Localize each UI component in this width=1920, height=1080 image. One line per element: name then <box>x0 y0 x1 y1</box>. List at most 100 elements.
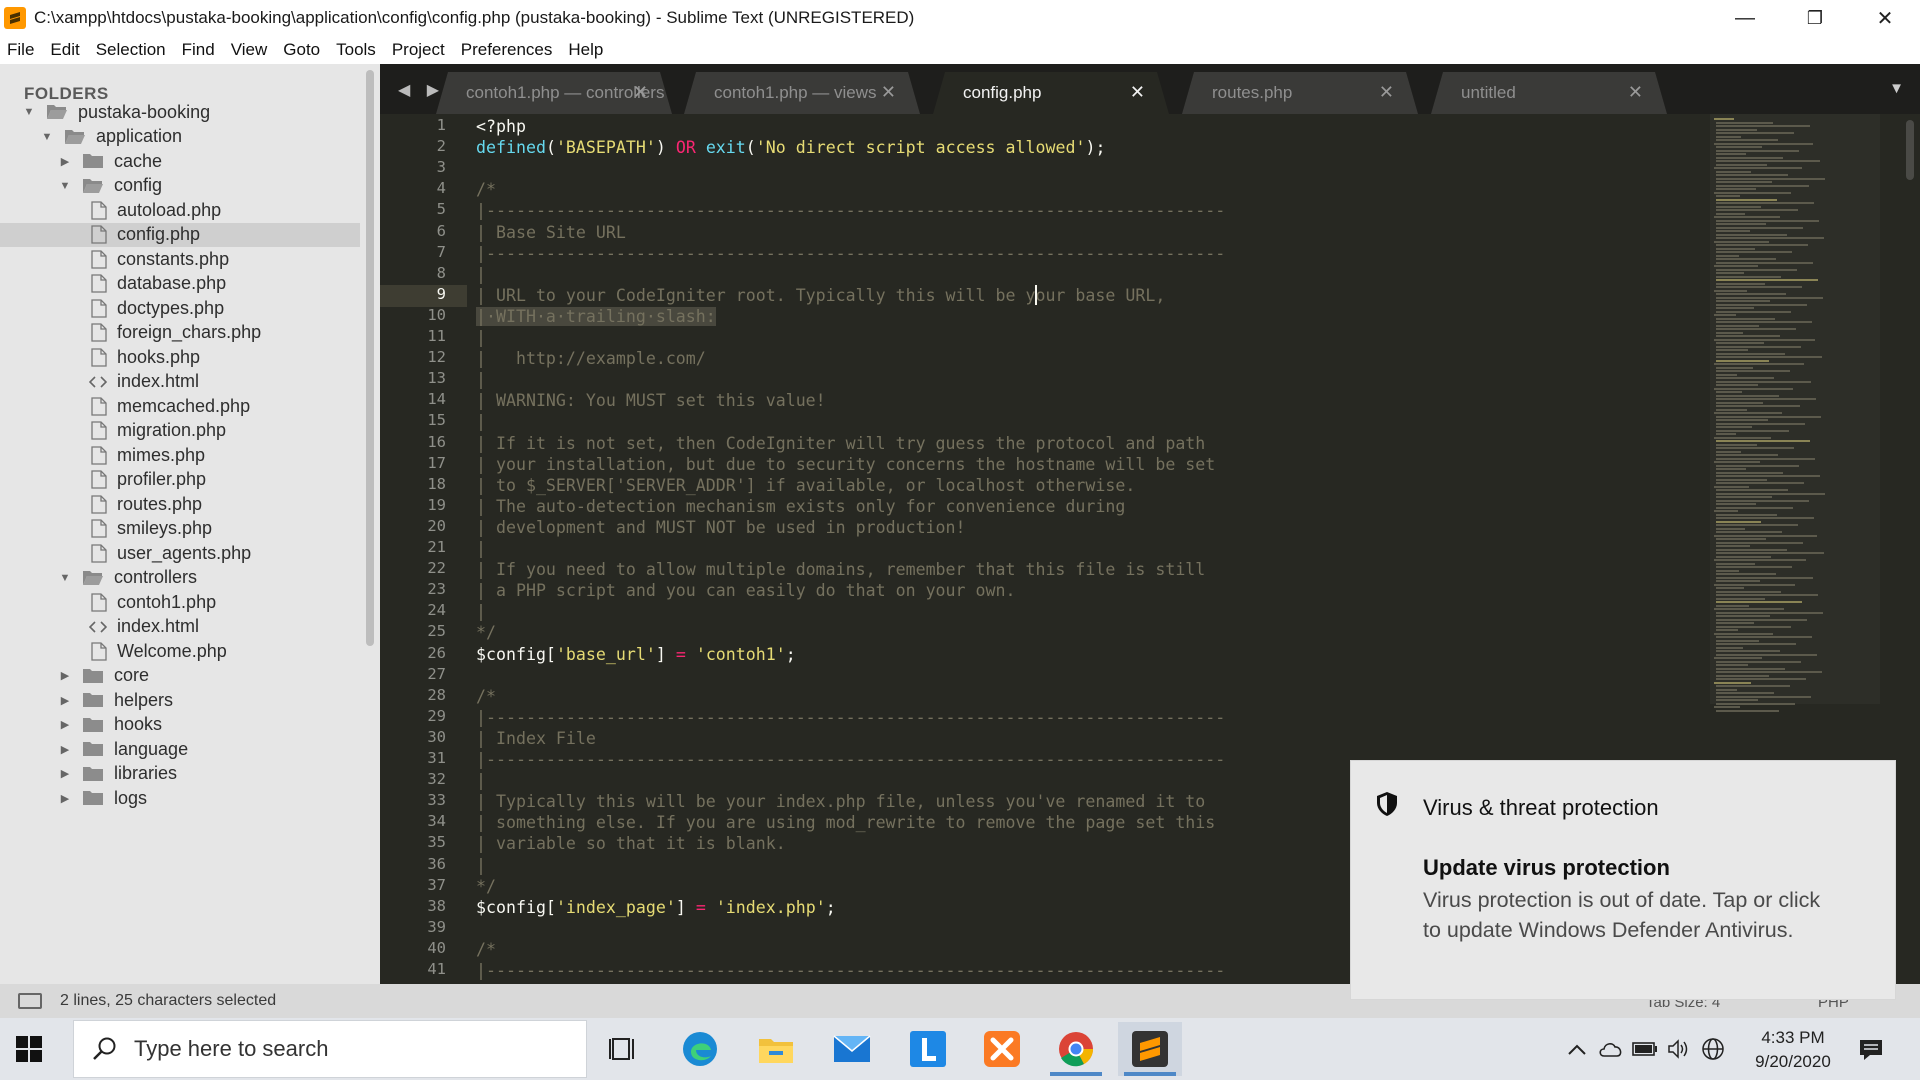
code-line[interactable]: | something else. If you are using mod_r… <box>476 812 1215 833</box>
panel-toggle-icon[interactable] <box>18 993 42 1009</box>
tree-folder[interactable]: ▼ pustaka-booking <box>0 100 360 125</box>
code-line[interactable]: | Typically this will be your index.php … <box>476 791 1205 812</box>
code-line[interactable]: | to $_SERVER['SERVER_ADDR'] if availabl… <box>476 475 1135 496</box>
code-line[interactable]: |---------------------------------------… <box>476 749 1225 770</box>
sublime-app[interactable] <box>1118 1022 1182 1076</box>
file-explorer-app[interactable] <box>744 1022 808 1076</box>
tree-folder[interactable]: ▼ config <box>0 174 360 199</box>
tree-file[interactable]: migration.php <box>0 419 360 444</box>
code-line[interactable]: */ <box>476 622 496 643</box>
menu-file[interactable]: File <box>0 40 42 60</box>
tree-file[interactable]: contoh1.php <box>0 590 360 615</box>
tree-folder[interactable]: ▶ libraries <box>0 762 360 787</box>
tab-contoh1-php[interactable]: contoh1.php — controllers ✕ <box>436 72 672 114</box>
menu-edit[interactable]: Edit <box>42 40 87 60</box>
tree-file[interactable]: index.html <box>0 615 360 640</box>
notification-toast[interactable]: Virus & threat protection Update virus p… <box>1350 760 1896 1000</box>
menu-view[interactable]: View <box>223 40 276 60</box>
code-line[interactable]: | a PHP script and you can easily do tha… <box>476 580 1015 601</box>
code-line[interactable]: | <box>476 601 486 622</box>
tree-folder[interactable]: ▶ helpers <box>0 688 360 713</box>
close-button[interactable]: ✕ <box>1850 0 1920 36</box>
code-line[interactable]: |---------------------------------------… <box>476 707 1225 728</box>
volume-icon[interactable] <box>1662 1034 1696 1064</box>
chevron-up-icon[interactable] <box>1560 1034 1594 1064</box>
menu-tools[interactable]: Tools <box>328 40 384 60</box>
menu-selection[interactable]: Selection <box>88 40 174 60</box>
code-line[interactable]: |·WITH·a·trailing·slash: <box>476 306 716 327</box>
disclosure-right-icon[interactable]: ▶ <box>58 669 72 683</box>
menu-find[interactable]: Find <box>174 40 223 60</box>
minimize-button[interactable]: — <box>1710 0 1780 36</box>
taskbar-search[interactable]: Type here to search <box>73 1020 587 1078</box>
sidebar-scrollbar[interactable] <box>366 70 374 646</box>
disclosure-right-icon[interactable]: ▶ <box>58 791 72 805</box>
mail-app[interactable] <box>820 1022 884 1076</box>
code-line[interactable]: | <box>476 264 486 285</box>
code-line[interactable]: | <box>476 411 486 432</box>
tree-file[interactable]: doctypes.php <box>0 296 360 321</box>
tree-file[interactable]: index.html <box>0 370 360 395</box>
code-line[interactable]: | <box>476 855 486 876</box>
code-line[interactable]: | your installation, but due to security… <box>476 454 1215 475</box>
tree-file[interactable]: smileys.php <box>0 517 360 542</box>
close-tab-icon[interactable]: ✕ <box>1379 82 1394 103</box>
code-line[interactable]: | The auto-detection mechanism exists on… <box>476 496 1125 517</box>
tree-folder[interactable]: ▶ logs <box>0 786 360 811</box>
l-app[interactable] <box>896 1022 960 1076</box>
chrome-app[interactable] <box>1044 1022 1108 1076</box>
disclosure-down-icon[interactable]: ▼ <box>22 105 36 119</box>
tree-file[interactable]: mimes.php <box>0 443 360 468</box>
xampp-app[interactable] <box>970 1022 1034 1076</box>
menu-goto[interactable]: Goto <box>275 40 328 60</box>
tree-folder[interactable]: ▶ language <box>0 737 360 762</box>
globe-icon[interactable] <box>1696 1034 1730 1064</box>
code-line[interactable]: */ <box>476 876 496 897</box>
tree-folder[interactable]: ▶ cache <box>0 149 360 174</box>
disclosure-right-icon[interactable]: ▶ <box>58 718 72 732</box>
close-tab-icon[interactable]: ✕ <box>633 82 648 103</box>
code-line[interactable]: defined('BASEPATH') OR exit('No direct s… <box>476 137 1105 158</box>
tree-file[interactable]: profiler.php <box>0 468 360 493</box>
tree-file[interactable]: user_agents.php <box>0 541 360 566</box>
code-line[interactable]: |---------------------------------------… <box>476 243 1225 264</box>
tree-file[interactable]: config.php <box>0 222 360 247</box>
code-line[interactable]: /* <box>476 179 496 200</box>
tree-folder[interactable]: ▶ hooks <box>0 713 360 738</box>
disclosure-down-icon[interactable]: ▼ <box>40 130 54 144</box>
disclosure-down-icon[interactable]: ▼ <box>58 179 72 193</box>
tree-file[interactable]: Welcome.php <box>0 639 360 664</box>
menu-preferences[interactable]: Preferences <box>453 40 561 60</box>
code-line[interactable]: | variable so that it is blank. <box>476 833 786 854</box>
tree-file[interactable]: routes.php <box>0 492 360 517</box>
start-button[interactable] <box>16 1036 42 1062</box>
close-tab-icon[interactable]: ✕ <box>1628 82 1643 103</box>
code-line[interactable]: | <box>476 538 486 559</box>
code-line[interactable]: | <box>476 327 486 348</box>
code-line[interactable]: $config['base_url'] = 'contoh1'; <box>476 644 796 665</box>
code-line[interactable]: | If it is not set, then CodeIgniter wil… <box>476 433 1205 454</box>
tree-folder[interactable]: ▼ controllers <box>0 566 360 591</box>
code-line[interactable]: | http://example.com/ <box>476 348 706 369</box>
disclosure-right-icon[interactable]: ▶ <box>58 154 72 168</box>
close-tab-icon[interactable]: ✕ <box>881 82 896 103</box>
code-line[interactable]: |---------------------------------------… <box>476 200 1225 221</box>
close-tab-icon[interactable]: ✕ <box>1130 82 1145 103</box>
disclosure-right-icon[interactable]: ▶ <box>58 693 72 707</box>
cloud-icon[interactable] <box>1594 1034 1628 1064</box>
code-line[interactable]: <?php <box>476 116 526 137</box>
tree-file[interactable]: constants.php <box>0 247 360 272</box>
menu-help[interactable]: Help <box>560 40 611 60</box>
code-line[interactable]: | If you need to allow multiple domains,… <box>476 559 1205 580</box>
code-line[interactable]: /* <box>476 686 496 707</box>
tree-file[interactable]: hooks.php <box>0 345 360 370</box>
editor-scrollbar[interactable] <box>1906 120 1914 180</box>
tab-contoh1-php[interactable]: contoh1.php — views ✕ <box>684 72 920 114</box>
code-line[interactable]: | URL to your CodeIgniter root. Typicall… <box>476 285 1165 306</box>
code-line[interactable]: | <box>476 770 486 791</box>
clock[interactable]: 4:33 PM 9/20/2020 <box>1748 1026 1838 1074</box>
code-line[interactable]: | WARNING: You MUST set this value! <box>476 390 826 411</box>
disclosure-down-icon[interactable]: ▼ <box>58 571 72 585</box>
code-line[interactable]: /* <box>476 939 496 960</box>
tab-untitled[interactable]: untitled ✕ <box>1431 72 1667 114</box>
